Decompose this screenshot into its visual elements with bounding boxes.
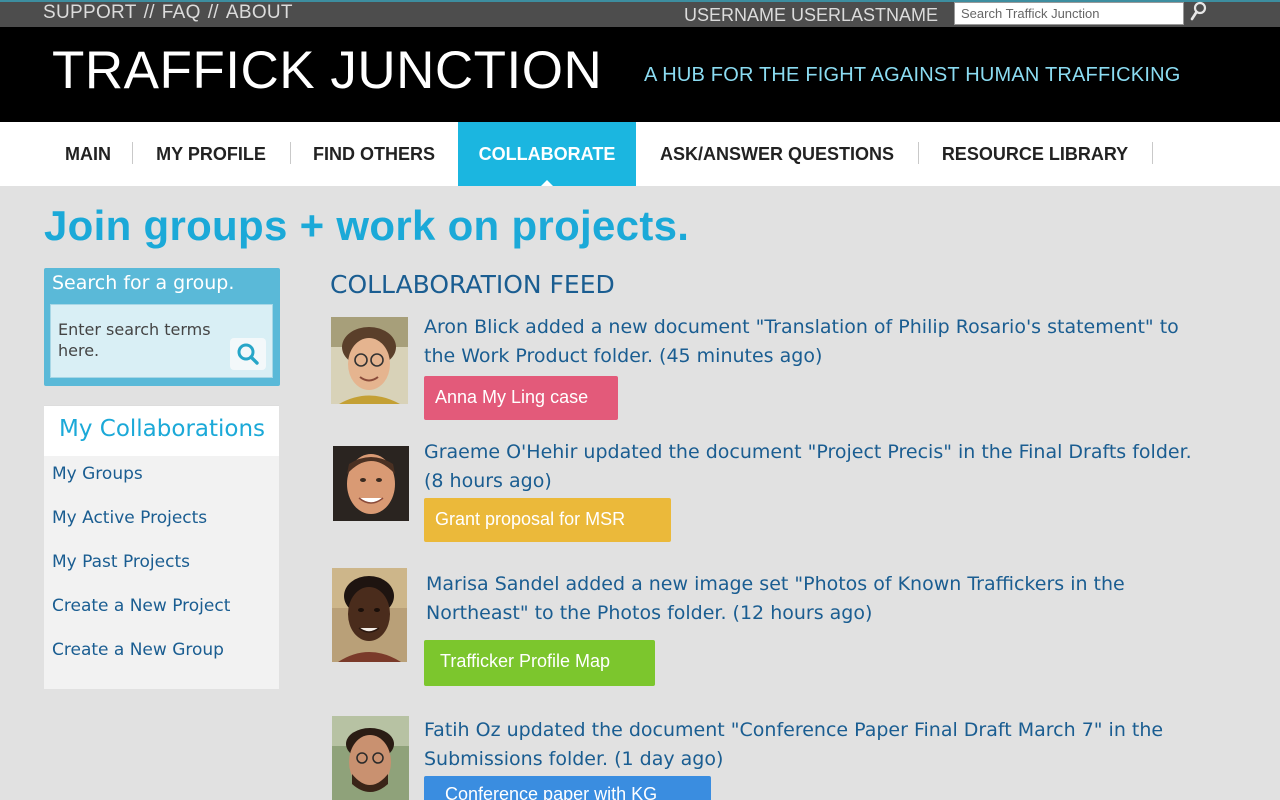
nav-my-profile[interactable]: MY PROFILE [142,122,280,186]
feed-item-text: Aron Blick added a new document "Transla… [424,316,1179,367]
avatar[interactable] [333,446,409,521]
nav-resource-library[interactable]: RESOURCE LIBRARY [928,122,1142,186]
my-active-projects-link[interactable]: My Active Projects [52,508,207,528]
username-label[interactable]: USERNAME USERLASTNAME [684,5,938,26]
feed-item-text: Marisa Sandel added a new image set "Pho… [426,573,1125,624]
nav-collaborate[interactable]: COLLABORATE [458,122,636,186]
about-link[interactable]: ABOUT [226,2,293,23]
feed-item-text: Fatih Oz updated the document "Conferenc… [424,719,1164,770]
avatar[interactable] [331,317,408,404]
utility-separator: // [207,2,219,23]
create-new-project-link[interactable]: Create a New Project [52,596,230,616]
my-collaborations-header: My Collaborations [44,405,279,456]
faq-link[interactable]: FAQ [162,2,201,23]
page-heading: Join groups + work on projects. [44,202,690,249]
nav-divider [918,142,919,164]
nav-main[interactable]: MAIN [52,122,124,186]
utility-bar: SUPPORT // FAQ // ABOUT USERNAME USERLASTNAM… [0,0,1280,27]
nav-divider [290,142,291,164]
site-search-input[interactable] [954,2,1184,25]
site-tagline: A HUB FOR THE FIGHT AGAINST HUMAN TRAFFI… [644,64,1181,86]
group-search-button[interactable] [230,338,266,370]
nav-divider [1152,142,1153,164]
project-tag[interactable]: Anna My Ling case [424,376,618,420]
search-icon[interactable] [1186,0,1210,26]
group-search-panel: Search for a group. [44,268,280,386]
project-tag[interactable]: Trafficker Profile Map [424,640,655,686]
feed-title: COLLABORATION FEED [330,270,615,299]
nav-find-others[interactable]: FIND OTHERS [300,122,448,186]
main-nav: MAIN MY PROFILE FIND OTHERS COLLABORATE … [0,122,1280,186]
feed-item-text: Graeme O'Hehir updated the document "Pro… [424,441,1192,492]
my-groups-link[interactable]: My Groups [52,464,143,484]
site-header: TRAFFICK JUNCTION A HUB FOR THE FIGHT AG… [0,27,1280,122]
avatar[interactable] [332,568,407,662]
utility-separator: // [143,2,155,23]
create-new-group-link[interactable]: Create a New Group [52,640,224,660]
support-link[interactable]: SUPPORT [43,2,137,23]
nav-divider [132,142,133,164]
my-collaborations-panel: My Collaborations My Groups My Active Pr… [44,405,279,689]
my-collaborations-title: My Collaborations [59,416,266,442]
group-search-title: Search for a group. [52,272,235,294]
my-past-projects-link[interactable]: My Past Projects [52,552,190,572]
site-title[interactable]: TRAFFICK JUNCTION [52,40,602,101]
nav-ask-answer-questions[interactable]: ASK/ANSWER QUESTIONS [646,122,908,186]
search-icon [230,343,266,374]
project-tag[interactable]: Grant proposal for MSR [424,498,671,542]
avatar[interactable] [332,716,409,800]
utility-links: SUPPORT // FAQ // ABOUT [43,2,293,24]
project-tag[interactable]: Conference paper with KG [424,776,711,800]
